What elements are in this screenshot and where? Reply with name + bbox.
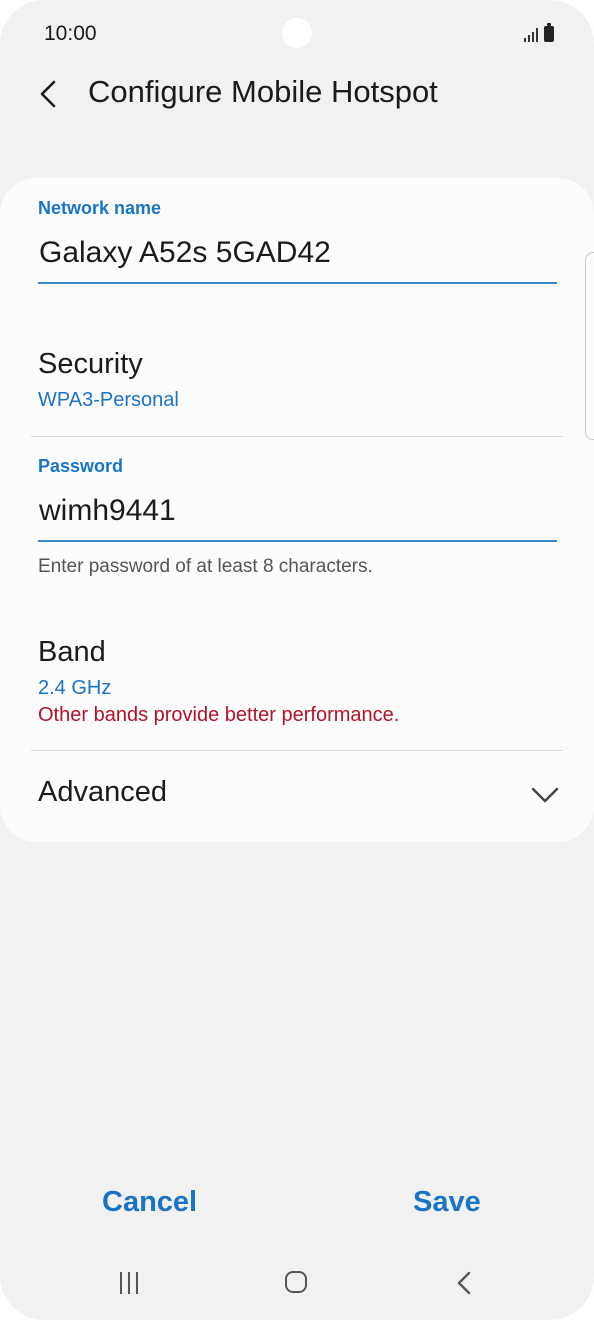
divider xyxy=(31,436,563,437)
password-label: Password xyxy=(38,456,124,476)
save-button[interactable]: Save xyxy=(413,1186,481,1219)
divider xyxy=(31,750,563,751)
security-value: WPA3-Personal xyxy=(38,389,179,411)
band-warning: Other bands provide better performance. xyxy=(38,704,400,726)
back-arrow-icon xyxy=(40,80,56,108)
battery-icon xyxy=(544,23,554,42)
status-time: 10:00 xyxy=(44,22,97,45)
band-title: Band xyxy=(38,636,106,668)
advanced-title: Advanced xyxy=(38,776,167,808)
password-input[interactable]: wimh9441 xyxy=(39,494,176,528)
signal-icon xyxy=(524,28,538,42)
network-name-label: Network name xyxy=(38,198,162,218)
password-helper-text: Enter password of at least 8 characters. xyxy=(38,556,373,577)
back-icon[interactable] xyxy=(452,1270,476,1296)
network-name-underline xyxy=(38,282,557,284)
front-camera xyxy=(282,18,312,48)
back-button[interactable] xyxy=(30,74,70,114)
cancel-button[interactable]: Cancel xyxy=(102,1186,197,1219)
home-icon[interactable] xyxy=(285,1271,307,1293)
chevron-down-icon[interactable] xyxy=(530,780,560,810)
status-icons xyxy=(524,22,554,42)
screen: 10:00 Configure Mobile Hotspot Network n… xyxy=(0,0,594,1320)
password-underline xyxy=(38,540,557,542)
page-title: Configure Mobile Hotspot xyxy=(88,74,438,109)
network-name-input[interactable]: Galaxy A52s 5GAD42 xyxy=(39,236,331,270)
recent-apps-icon[interactable] xyxy=(120,1272,138,1294)
security-title: Security xyxy=(38,348,143,380)
band-value: 2.4 GHz xyxy=(38,677,112,699)
